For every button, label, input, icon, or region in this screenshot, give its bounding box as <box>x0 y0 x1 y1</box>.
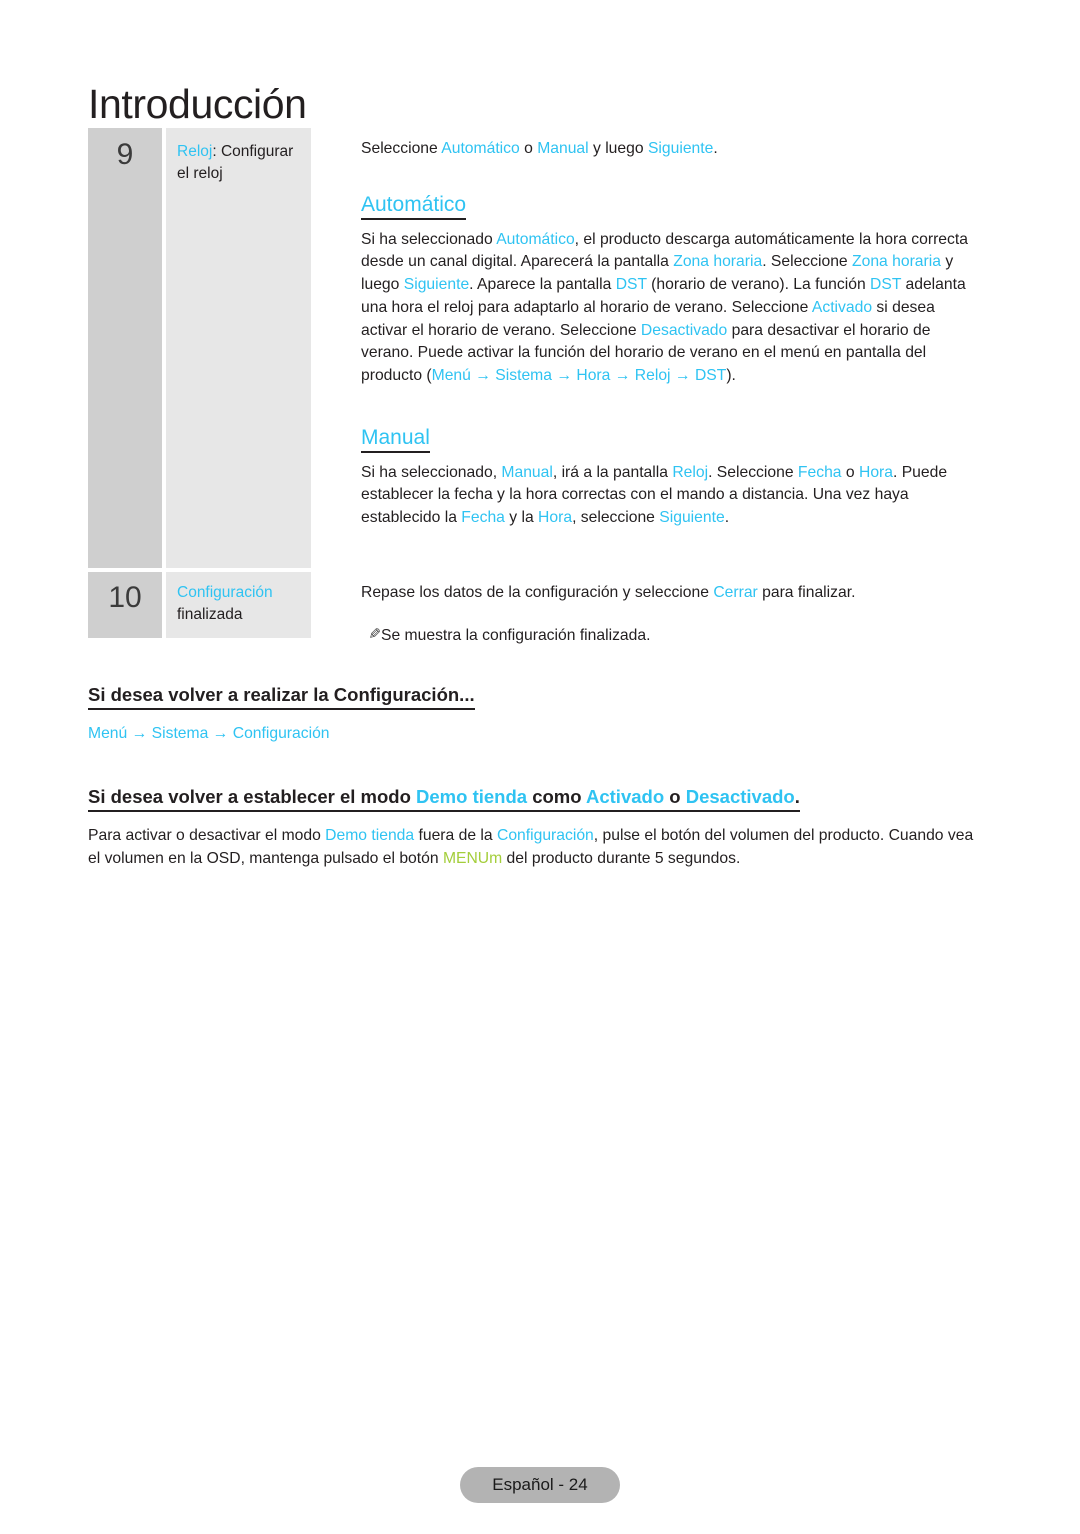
inline-ref: Siguiente <box>659 509 725 527</box>
step9-automatico-paragraph: Si ha seleccionado Automático, el produc… <box>361 229 978 388</box>
text-fragment: , irá a la pantalla <box>552 463 673 481</box>
step-number-cell: 9 <box>88 128 162 568</box>
arrow-icon: → <box>470 366 496 384</box>
inline-ref-demo-tienda: Demo tienda <box>416 786 528 807</box>
menu-path: Menú → Sistema → Configuración <box>88 723 983 746</box>
page-number-badge: Español - 24 <box>460 1467 620 1503</box>
section-heading: Si desea volver a realizar la Configurac… <box>88 683 475 711</box>
step-label-link: Reloj <box>177 143 213 160</box>
inline-ref: Activado <box>811 298 873 316</box>
arrow-icon: → <box>610 366 635 384</box>
subheading-automatico: Automático <box>361 193 467 220</box>
inline-ref-menu-button: MENUm <box>442 849 503 867</box>
text-fragment: Si ha seleccionado, <box>361 463 502 481</box>
arrow-icon: → <box>208 725 233 743</box>
text-fragment: y luego <box>588 140 648 157</box>
text-fragment: o <box>841 463 859 481</box>
section-heading: Si desea volver a establecer el modo Dem… <box>88 785 800 813</box>
step-label-cell: Reloj: Configurar el reloj <box>166 128 311 568</box>
text-fragment: para finalizar. <box>757 584 856 601</box>
step9-manual-paragraph: Si ha seleccionado, Manual, irá a la pan… <box>361 462 978 530</box>
text-fragment: . <box>724 509 730 527</box>
step-number-cell: 10 <box>88 572 162 638</box>
inline-ref-manual: Manual <box>537 140 589 157</box>
step-content: Repase los datos de la configuración y s… <box>311 572 978 647</box>
text-fragment: . <box>794 786 800 807</box>
inline-ref: Fecha <box>461 509 505 527</box>
text-fragment: y la <box>504 509 539 527</box>
table-row: 9 Reloj: Configurar el reloj Seleccione … <box>88 128 978 568</box>
note-text: Se muestra la configuración finalizada. <box>381 626 651 644</box>
inline-ref: DST <box>870 276 902 294</box>
text-fragment: como <box>527 786 586 807</box>
text-fragment: . Seleccione <box>708 463 798 481</box>
inline-ref: Zona horaria <box>673 253 763 271</box>
text-fragment: . <box>713 140 718 157</box>
inline-ref: Hora <box>858 463 893 481</box>
inline-ref: Hora <box>538 509 573 527</box>
steps-table: 9 Reloj: Configurar el reloj Seleccione … <box>88 128 978 651</box>
text-fragment: ). <box>726 366 736 384</box>
inline-ref: Sistema <box>495 366 552 384</box>
text-fragment: . Seleccione <box>762 253 853 271</box>
inline-ref-automatico: Automático <box>441 140 520 157</box>
inline-ref-cerrar: Cerrar <box>713 584 758 601</box>
inline-ref: Siguiente <box>403 276 470 294</box>
inline-ref: Reloj <box>672 463 709 481</box>
inline-ref: Manual <box>501 463 553 481</box>
text-fragment: fuera de la <box>414 827 497 845</box>
inline-ref-siguiente: Siguiente <box>647 140 714 157</box>
inline-ref: Hora <box>576 366 611 384</box>
inline-ref: Desactivado <box>640 321 728 339</box>
pencil-icon: ✎ <box>368 625 381 643</box>
page-footer: Español - 24 <box>0 1467 1080 1503</box>
path-segment: Menú <box>88 725 128 743</box>
path-segment: Configuración <box>232 725 330 743</box>
text-fragment: o <box>664 786 686 807</box>
inline-ref: Fecha <box>797 463 842 481</box>
step-label-cell: Configuración finalizada <box>166 572 311 638</box>
inline-ref-desactivado: Desactivado <box>685 786 795 807</box>
text-fragment: . Aparece la pantalla <box>469 276 616 294</box>
step10-note: ✎ Se muestra la configuración finalizada… <box>361 625 978 648</box>
inline-ref: Zona horaria <box>852 253 941 271</box>
text-fragment: , seleccione <box>572 509 660 527</box>
text-fragment: del producto durante 5 segundos. <box>502 849 741 867</box>
step-content: Seleccione Automático o Manual y luego S… <box>311 128 978 568</box>
text-fragment: Para activar o desactivar el modo <box>88 827 326 845</box>
step10-body-paragraph: Repase los datos de la configuración y s… <box>361 582 978 605</box>
inline-ref: Configuración <box>496 827 594 845</box>
text-fragment: Repase los datos de la configuración y s… <box>361 584 714 601</box>
path-segment: Sistema <box>151 725 209 743</box>
step9-intro-paragraph: Seleccione Automático o Manual y luego S… <box>361 138 978 161</box>
section-demo-tienda: Si desea volver a establecer el modo Dem… <box>88 785 983 871</box>
inline-ref: Automático <box>496 230 575 248</box>
section-reconfigurar: Si desea volver a realizar la Configurac… <box>88 683 983 746</box>
subheading-manual: Manual <box>361 426 430 453</box>
step-label-link: Configuración <box>177 584 273 601</box>
document-page: Introducción 9 Reloj: Configurar el relo… <box>0 0 1080 1534</box>
text-fragment: Si desea volver a establecer el modo <box>88 786 417 807</box>
inline-ref: Reloj <box>634 366 671 384</box>
inline-ref: Menú <box>431 366 471 384</box>
arrow-icon: → <box>551 366 577 384</box>
inline-ref: Demo tienda <box>325 827 415 845</box>
arrow-icon: → <box>127 725 152 743</box>
table-row: 10 Configuración finalizada Repase los da… <box>88 572 978 647</box>
inline-ref: DST <box>615 276 647 294</box>
inline-ref-activado: Activado <box>586 786 665 807</box>
step-label-text: finalizada <box>177 606 243 623</box>
section-body-paragraph: Para activar o desactivar el modo Demo t… <box>88 825 983 870</box>
arrow-icon: → <box>670 366 695 384</box>
page-title: Introducción <box>88 81 307 128</box>
text-fragment: o <box>519 140 538 157</box>
text-fragment: Seleccione <box>361 140 442 157</box>
text-fragment: (horario de verano). La función <box>646 276 871 294</box>
text-fragment: Si ha seleccionado <box>361 230 497 248</box>
inline-ref: DST <box>694 366 727 384</box>
